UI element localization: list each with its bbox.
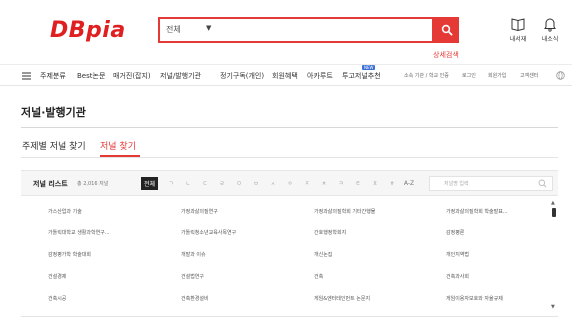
divider — [21, 127, 558, 128]
nav-item-member-benefits[interactable]: 회원혜택 — [272, 71, 298, 81]
journal-link[interactable]: 건축환경설비 — [181, 295, 301, 302]
journal-link[interactable]: 게임&엔터테인먼트 논문지 — [314, 295, 434, 302]
nav-item-best-papers[interactable]: Best논문 — [77, 71, 105, 81]
journal-link[interactable]: 가스산업과 기술 — [48, 208, 168, 215]
journal-link[interactable]: 가톨릭청소년교육사목연구 — [181, 229, 301, 236]
filter-all[interactable]: 전체 — [141, 177, 159, 190]
journal-grid: 가스산업과 기술 가정과삶의질연구 가정과삶의질학회 기타간행물 가정과삶의질학… — [21, 200, 558, 312]
filter-consonant[interactable]: ㅁ — [232, 177, 246, 190]
login-link[interactable]: 로그인 — [462, 72, 476, 79]
filter-consonant[interactable]: ㅈ — [300, 177, 314, 190]
nav-item-magazine[interactable]: 매거진(잡지) — [113, 71, 151, 81]
caret-down-icon: ▼ — [206, 24, 212, 32]
bell-icon — [544, 18, 556, 32]
filter-consonant[interactable]: ㅇ — [283, 177, 297, 190]
filter-consonant[interactable]: ㅌ — [351, 177, 365, 190]
journal-link[interactable]: 개신논집 — [314, 251, 434, 258]
divider — [21, 316, 558, 317]
nav-item-subject[interactable]: 주제분류 — [40, 71, 66, 81]
search-scope-value: 전체 — [166, 25, 181, 34]
tab-subject-journals[interactable]: 주제별 저널 찾기 — [22, 139, 86, 152]
page-title: 저널·발행기관 — [21, 106, 86, 119]
filter-consonant[interactable]: ㅋ — [334, 177, 348, 190]
scroll-down-icon[interactable]: ▼ — [551, 304, 555, 310]
journal-link[interactable]: 게임이용자보호와 자율규제 — [446, 295, 566, 302]
journal-link[interactable]: 건축과사회 — [446, 273, 566, 280]
journal-link[interactable]: 간호행정학회지 — [314, 229, 434, 236]
scroll-up-icon[interactable]: ▲ — [551, 200, 555, 206]
tab-find-journals[interactable]: 저널 찾기 — [100, 139, 136, 152]
journal-list-title: 저널 리스트 — [33, 180, 68, 188]
journal-link[interactable]: 건축 — [314, 273, 434, 280]
my-library-label: 내서재 — [509, 36, 527, 43]
journal-search-placeholder: 저널명 입력 — [444, 181, 469, 187]
filter-consonant[interactable]: ㅊ — [317, 177, 331, 190]
journal-link[interactable]: 가정과삶의질학회 기타간행물 — [314, 208, 434, 215]
nav-item-subscription[interactable]: 정기구독(개인) — [220, 71, 264, 81]
nav-item-journal-recommend-label: 투고저널추천 — [342, 72, 381, 80]
journal-link[interactable]: 감정평론 — [446, 229, 566, 236]
menu-icon[interactable] — [22, 72, 31, 80]
filter-consonant[interactable]: ㄹ — [215, 177, 229, 190]
new-badge: NEW — [362, 65, 376, 70]
book-icon — [511, 18, 525, 32]
search-icon[interactable] — [538, 179, 547, 188]
nav-item-acaroute[interactable]: 아카루트 — [307, 71, 333, 81]
my-library-button[interactable]: 내서재 — [503, 16, 533, 43]
journal-link[interactable]: 감정평가학 학술대회 — [48, 251, 168, 258]
journal-list-scrollbar[interactable]: ▲ ▼ — [551, 200, 557, 312]
globe-icon[interactable] — [556, 71, 565, 80]
filter-consonant[interactable]: ㄴ — [181, 177, 195, 190]
filter-consonant[interactable]: ㄷ — [198, 177, 212, 190]
journal-list-toolbar: 저널 리스트 총 2,016 저널 전체 ㄱ ㄴ ㄷ ㄹ ㅁ ㅂ ㅅ ㅇ ㅈ ㅊ… — [21, 170, 558, 196]
scroll-thumb[interactable] — [552, 208, 556, 217]
journal-link[interactable]: 건설경제 — [48, 273, 168, 280]
filter-az[interactable]: A-Z — [402, 177, 416, 190]
search-bar: 전체 ▼ — [158, 17, 434, 43]
search-icon — [441, 24, 453, 36]
journal-link[interactable]: 가정과삶의질학회 학술발표... — [446, 208, 566, 215]
journal-link[interactable]: 건설법연구 — [181, 273, 301, 280]
filter-consonant[interactable]: ㅅ — [266, 177, 280, 190]
search-button[interactable] — [434, 17, 459, 43]
journal-search-field[interactable]: 저널명 입력 — [429, 176, 553, 191]
journal-link[interactable]: 건축시공 — [48, 295, 168, 302]
search-scope-select[interactable]: 전체 ▼ — [166, 24, 216, 35]
journal-link[interactable]: 개인지역법 — [446, 251, 566, 258]
main-nav: 주제분류 Best논문 매거진(잡지) 저널/발행기관 정기구독(개인) 회원혜… — [0, 64, 572, 86]
journal-count: 총 2,016 저널 — [77, 181, 109, 187]
institution-auth-link[interactable]: 소속 기관 / 학교 인증 — [404, 72, 449, 79]
customer-center-link[interactable]: 고객센터 — [520, 72, 538, 79]
search-input[interactable] — [220, 21, 420, 39]
nav-item-journal-publisher[interactable]: 저널/발행기관 — [160, 71, 201, 81]
nav-item-journal-recommend[interactable]: 투고저널추천 NEW — [342, 65, 381, 81]
filter-consonant[interactable]: ㅂ — [249, 177, 263, 190]
dbpia-logo[interactable]: DBpia — [50, 18, 126, 43]
signup-link[interactable]: 회원가입 — [488, 72, 506, 79]
header: DBpia 전체 ▼ 상세검색 내서재 내소식 — [0, 0, 572, 62]
filter-consonant[interactable]: ㅍ — [368, 177, 382, 190]
filter-consonant[interactable]: ㄱ — [164, 177, 178, 190]
notifications-label: 내소식 — [541, 36, 559, 43]
journal-link[interactable]: 개발과 이슈 — [181, 251, 301, 258]
filter-consonant[interactable]: ㅎ — [385, 177, 399, 190]
advanced-search-link[interactable]: 상세검색 — [433, 50, 459, 60]
journal-link[interactable]: 가정과삶의질연구 — [181, 208, 301, 215]
divider — [21, 157, 558, 158]
notifications-button[interactable]: 내소식 — [535, 16, 565, 43]
journal-link[interactable]: 가톨릭대학교 생활과학연구... — [48, 229, 168, 236]
